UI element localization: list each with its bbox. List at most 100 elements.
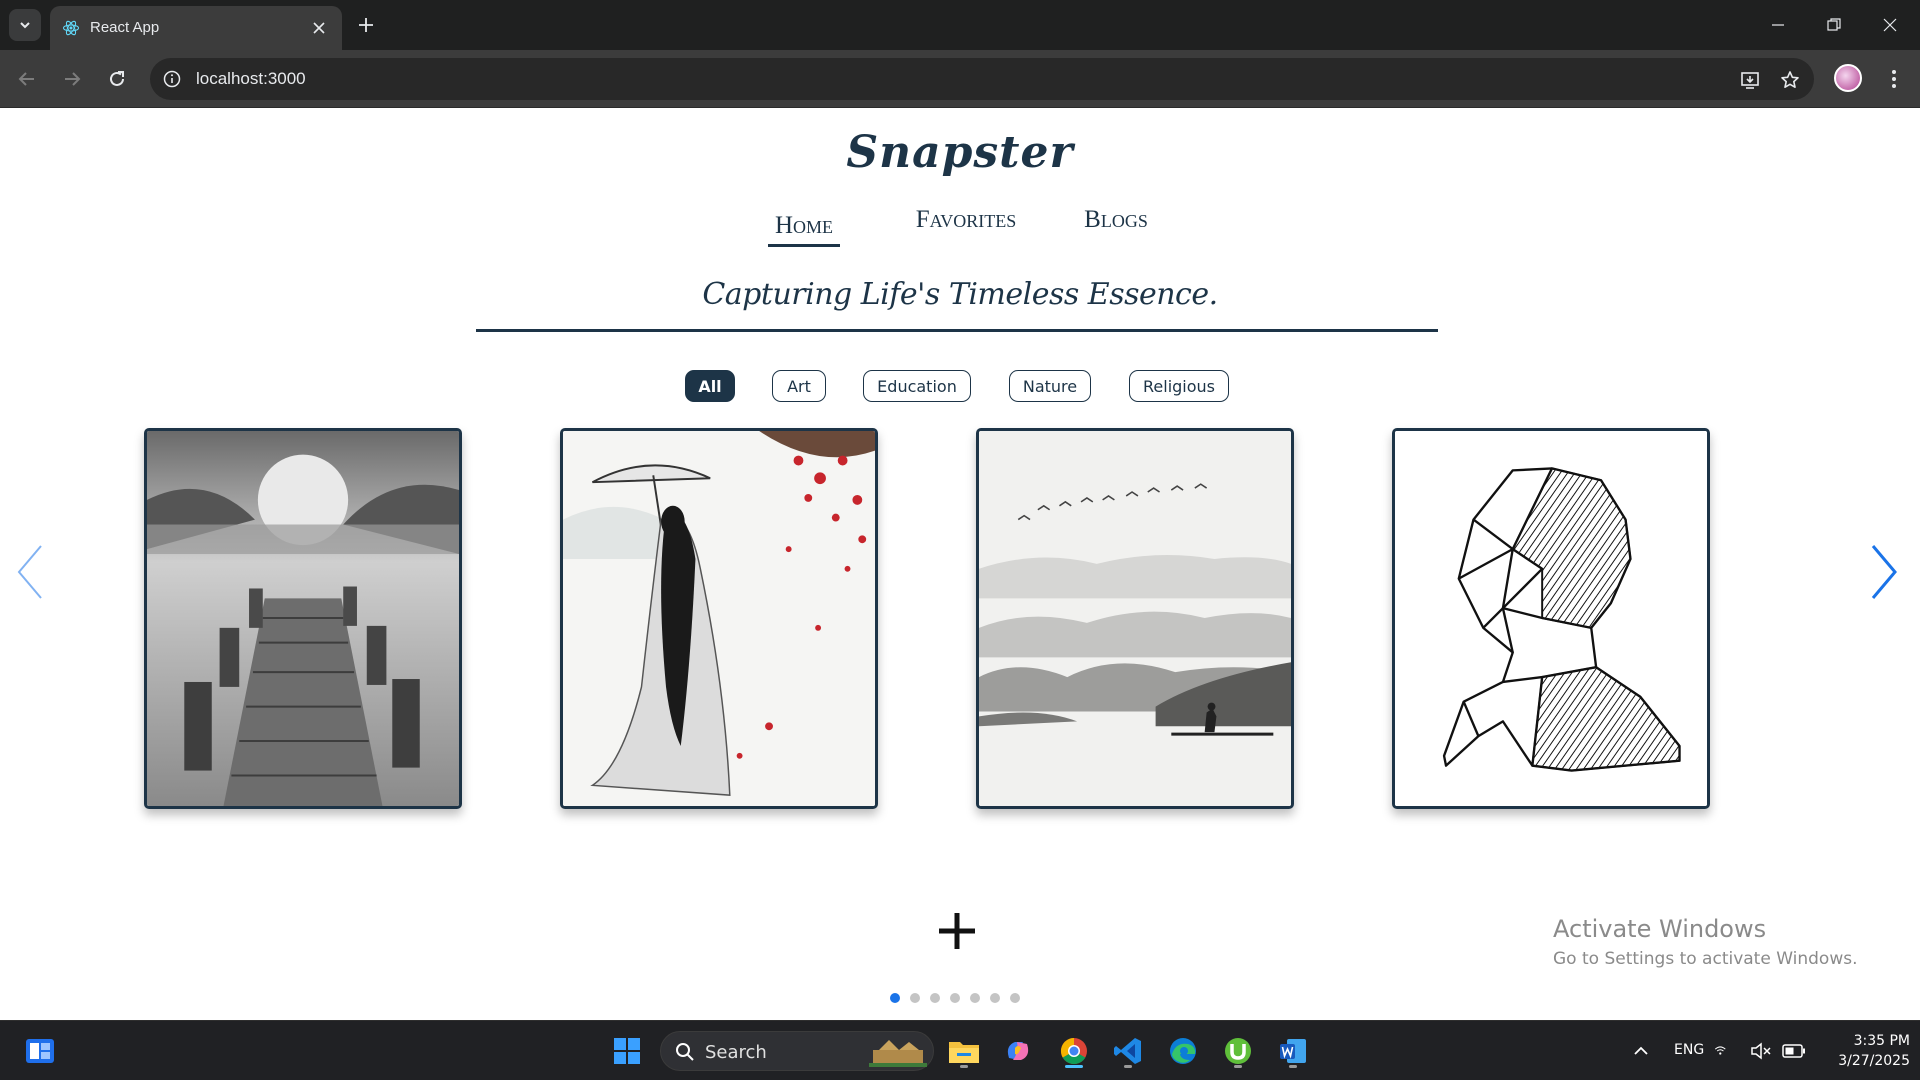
browser-tab-bar: React App: [0, 0, 1920, 50]
taskbar-word[interactable]: [1273, 1031, 1313, 1071]
taskbar-file-explorer[interactable]: [944, 1031, 984, 1071]
tab-title: React App: [90, 19, 160, 36]
chevron-left-icon: [17, 545, 42, 599]
chevron-right-icon: [1871, 545, 1897, 599]
search-icon: [676, 1043, 694, 1061]
clock-time: 3:35 PM: [1853, 1033, 1910, 1049]
minimize-button[interactable]: [1750, 0, 1806, 50]
site-logo[interactable]: Snapster: [0, 127, 1920, 178]
reload-button[interactable]: [101, 63, 133, 95]
taskbar-search[interactable]: Search: [660, 1031, 934, 1071]
start-button[interactable]: [607, 1031, 647, 1071]
plus-icon: [939, 913, 975, 949]
activate-windows-watermark: Activate Windows Go to Settings to activ…: [1553, 915, 1858, 969]
pier-sketch-image: [147, 431, 459, 806]
carousel-dot-7[interactable]: [1010, 993, 1020, 1003]
close-icon: [313, 22, 325, 34]
carousel-dot-4[interactable]: [950, 993, 960, 1003]
nav-home[interactable]: Home: [768, 212, 840, 247]
bookmark-button[interactable]: [1776, 66, 1804, 94]
page-content: Snapster Home Favorites Blogs Capturing …: [0, 109, 1920, 1020]
browser-menu-button[interactable]: [1880, 63, 1908, 95]
site-info-button[interactable]: [160, 67, 184, 91]
filter-religious[interactable]: Religious: [1129, 370, 1229, 402]
nav-blogs[interactable]: Blogs: [1082, 206, 1150, 234]
carousel-next-button[interactable]: [1862, 537, 1906, 607]
taskbar-utorrent[interactable]: [1218, 1031, 1258, 1071]
gallery-card-pier-sketch[interactable]: [144, 428, 462, 809]
address-bar[interactable]: localhost:3000: [150, 58, 1814, 100]
restore-button[interactable]: [1806, 0, 1862, 50]
clock-date: 3/27/2025: [1838, 1053, 1910, 1069]
carousel-dot-3[interactable]: [930, 993, 940, 1003]
watermark-title: Activate Windows: [1553, 915, 1767, 943]
chrome-icon: [1060, 1037, 1087, 1065]
edge-icon: [1170, 1038, 1196, 1064]
windows-taskbar: Search ENG 3:35 PM 3/27/2025: [0, 1020, 1920, 1080]
volume-button[interactable]: [1744, 1031, 1778, 1071]
taskbar-vscode[interactable]: [1108, 1031, 1148, 1071]
filter-art[interactable]: Art: [772, 370, 826, 402]
running-indicator: [960, 1065, 968, 1068]
gallery-card-geometric-head[interactable]: [1392, 428, 1710, 809]
speaker-muted-icon: [1751, 1042, 1771, 1060]
running-indicator: [1234, 1065, 1242, 1068]
search-label: Search: [705, 1042, 767, 1063]
tagline: Capturing Life's Timeless Essence.: [702, 277, 1218, 312]
chevron-up-icon: [1634, 1046, 1648, 1055]
forward-arrow-icon: [65, 72, 81, 86]
taskbar-copilot[interactable]: [998, 1031, 1038, 1071]
tray-overflow-button[interactable]: [1621, 1031, 1661, 1071]
misty-mountains-image: [979, 431, 1291, 806]
back-button[interactable]: [11, 63, 43, 95]
file-explorer-icon: [949, 1042, 979, 1063]
menu-kebab-icon: [1892, 70, 1896, 88]
restore-icon: [1827, 18, 1841, 31]
geometric-head-image: [1395, 431, 1707, 806]
carousel-dot-2[interactable]: [910, 993, 920, 1003]
system-clock[interactable]: 3:35 PM 3/27/2025: [1820, 1031, 1910, 1071]
search-highlight-icon: [869, 1040, 927, 1067]
filter-education[interactable]: Education: [863, 370, 971, 402]
browser-tab[interactable]: React App: [50, 6, 342, 50]
install-app-button[interactable]: [1736, 66, 1764, 94]
taskbar-chrome[interactable]: [1054, 1031, 1094, 1071]
running-indicator: [1124, 1065, 1132, 1068]
battery-button[interactable]: [1776, 1031, 1812, 1071]
close-window-icon: [1883, 18, 1897, 32]
browser-toolbar: localhost:3000: [0, 50, 1920, 108]
carousel-dot-1[interactable]: [890, 993, 900, 1003]
widgets-icon: [26, 1039, 54, 1063]
filter-all[interactable]: All: [685, 370, 735, 402]
reload-icon: [110, 71, 124, 86]
add-image-button[interactable]: [935, 909, 979, 953]
bookmark-star-icon: [1781, 71, 1799, 88]
forward-button[interactable]: [56, 63, 88, 95]
umbrella-woman-image: [563, 431, 875, 806]
carousel-prev-button[interactable]: [8, 537, 52, 607]
category-filters: All Art Education Nature Religious: [0, 370, 1920, 402]
url-text: localhost:3000: [196, 69, 306, 88]
tab-search-button[interactable]: [9, 9, 41, 41]
carousel-dot-5[interactable]: [970, 993, 980, 1003]
gallery-card-misty-mountains[interactable]: [976, 428, 1294, 809]
carousel-dot-6[interactable]: [990, 993, 1000, 1003]
nav-favorites[interactable]: Favorites: [912, 206, 1020, 234]
close-window-button[interactable]: [1862, 0, 1918, 50]
gallery-card-umbrella-woman[interactable]: [560, 428, 878, 809]
close-tab-button[interactable]: [308, 17, 330, 39]
react-favicon-icon: [62, 20, 80, 36]
language-indicator[interactable]: ENG: [1674, 1042, 1704, 1058]
word-icon: [1280, 1039, 1306, 1063]
profile-avatar[interactable]: [1834, 64, 1862, 92]
running-indicator: [1289, 1065, 1297, 1068]
battery-icon: [1782, 1044, 1805, 1058]
taskbar-edge[interactable]: [1163, 1031, 1203, 1071]
header-divider: [476, 329, 1438, 332]
widgets-button[interactable]: [20, 1031, 60, 1071]
copilot-icon: [1007, 1042, 1029, 1060]
main-nav: Home Favorites Blogs: [0, 204, 1920, 247]
active-indicator: [1065, 1065, 1083, 1068]
filter-nature[interactable]: Nature: [1009, 370, 1091, 402]
new-tab-button[interactable]: [352, 11, 380, 39]
